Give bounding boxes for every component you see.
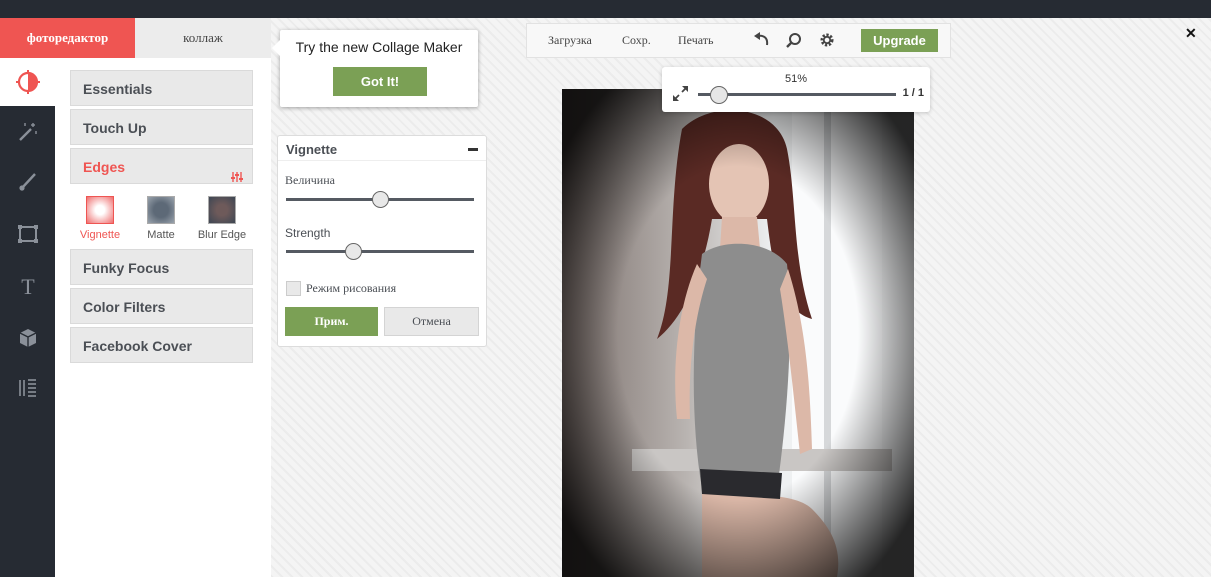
app-frame: фоторедактор коллаж T Essentials Touch U… [0,18,1211,577]
magic-wand-icon [17,121,39,143]
got-it-button[interactable]: Got It! [333,67,427,96]
menu-item-edges[interactable]: Edges [70,148,253,184]
adjust-sliders-icon [231,160,243,196]
tab-photo-editor[interactable]: фоторедактор [0,18,135,65]
top-toolbar: Загрузка Сохр. Печать Upgrade [526,23,951,58]
vignette-panel: Vignette Величина Strength Режим рисован… [277,135,487,347]
rail-item-basic-edits[interactable] [0,58,55,106]
strength-slider-label: Strength [285,226,331,240]
edited-photo [562,89,914,577]
size-slider-label: Величина [285,173,335,187]
tool-rail: T [0,58,55,577]
undo-icon[interactable] [753,32,770,53]
rail-item-textures[interactable] [0,364,55,412]
rail-item-text[interactable]: T [0,262,55,310]
zoom-slider-handle[interactable] [709,86,728,104]
print-button[interactable]: Печать [678,24,713,57]
tab-collage[interactable]: коллаж [135,18,271,58]
effect-vignette-label: Vignette [79,229,121,241]
strength-slider-handle[interactable] [345,243,363,260]
apply-button[interactable]: Прим. [285,307,378,336]
panel-title: Vignette [286,142,338,157]
photo-canvas[interactable] [562,89,914,577]
matte-thumbnail [147,196,175,224]
size-slider-handle[interactable] [371,191,389,208]
blur-edge-thumbnail [208,196,236,224]
menu-item-edges-label: Edges [83,159,126,175]
panel-divider [278,160,486,161]
cancel-button[interactable]: Отмена [384,307,479,336]
collapse-icon[interactable] [468,148,478,151]
tooltip-title: Try the new Collage Maker [295,39,463,55]
upgrade-button[interactable]: Upgrade [861,29,938,52]
texture-icon [17,377,39,399]
collage-maker-tooltip: Try the new Collage Maker Got It! [272,30,478,107]
effect-matte[interactable]: Matte [133,196,189,241]
effect-blur-edge-label: Blur Edge [197,229,247,241]
save-button[interactable]: Сохр. [622,24,651,57]
zoom-icon[interactable] [786,32,802,53]
draw-mode-label: Режим рисования [306,281,397,295]
zoom-percent: 51% [784,73,808,85]
menu-item-color-filters[interactable]: Color Filters [70,288,253,324]
close-icon[interactable]: ✕ [1185,25,1197,42]
zoom-popup: 51% 1 / 1 [662,67,930,112]
effect-vignette[interactable]: Vignette [72,196,128,241]
strength-slider[interactable] [286,243,474,260]
load-button[interactable]: Загрузка [548,24,592,57]
rail-item-touch-up[interactable] [0,108,55,156]
frame-icon [17,223,39,245]
rail-item-frames[interactable] [0,210,55,258]
brush-icon [17,171,39,193]
text-icon: T [17,275,39,297]
size-slider[interactable] [286,191,474,208]
menu-item-facebook-cover[interactable]: Facebook Cover [70,327,253,363]
cube-icon [17,327,39,349]
rail-item-draw[interactable] [0,158,55,206]
effect-matte-label: Matte [147,229,175,241]
svg-text:T: T [21,275,35,297]
rail-item-overlays[interactable] [0,314,55,362]
draw-mode-checkbox[interactable] [286,281,301,296]
edit-menu: Essentials Touch Up Edges Vignette Matte [55,58,271,577]
fit-screen-icon[interactable] [673,86,688,106]
zoom-slider[interactable] [698,86,896,104]
vignette-thumbnail [86,196,114,224]
contrast-icon [15,70,40,94]
menu-item-touch-up[interactable]: Touch Up [70,109,253,145]
menu-item-essentials[interactable]: Essentials [70,70,253,106]
settings-icon[interactable] [819,32,835,53]
menu-item-funky-focus[interactable]: Funky Focus [70,249,253,285]
effect-blur-edge[interactable]: Blur Edge [194,196,250,241]
page-indicator: 1 / 1 [902,87,924,99]
